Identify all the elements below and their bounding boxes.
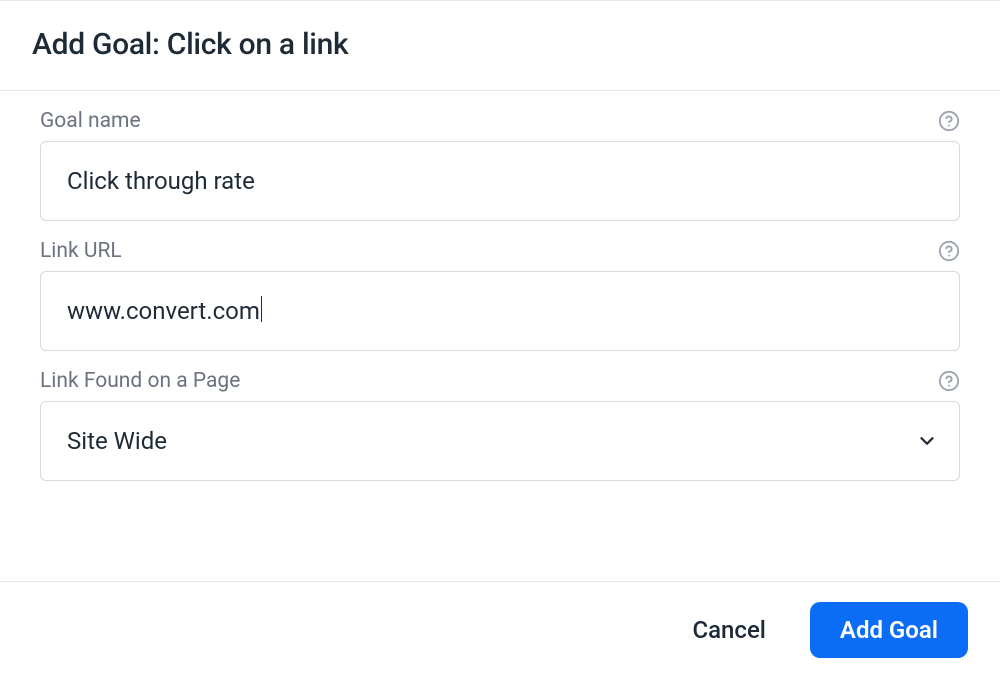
help-icon[interactable] <box>938 110 960 132</box>
dialog-footer: Cancel Add Goal <box>0 581 1000 676</box>
dialog-body: Goal name Link URL <box>0 91 1000 581</box>
link-url-field: Link URL www.convert.com <box>40 239 960 351</box>
link-found-select[interactable]: Site Wide <box>40 401 960 481</box>
help-icon[interactable] <box>938 370 960 392</box>
dialog-header: Add Goal: Click on a link <box>0 0 1000 91</box>
field-label-row: Goal name <box>40 109 960 133</box>
dialog-title: Add Goal: Click on a link <box>32 27 968 62</box>
goal-name-field: Goal name <box>40 109 960 221</box>
link-url-input-wrapper: www.convert.com <box>40 271 960 351</box>
link-url-label: Link URL <box>40 239 122 263</box>
field-label-row: Link URL <box>40 239 960 263</box>
link-found-selected: Site Wide <box>67 427 167 455</box>
add-goal-dialog: Add Goal: Click on a link Goal name Link… <box>0 0 1000 676</box>
link-url-input[interactable]: www.convert.com <box>40 271 960 351</box>
link-found-select-wrapper: Site Wide <box>40 401 960 481</box>
help-icon[interactable] <box>938 240 960 262</box>
link-found-field: Link Found on a Page Site Wide <box>40 369 960 481</box>
goal-name-label: Goal name <box>40 109 141 133</box>
goal-name-input[interactable] <box>40 141 960 221</box>
text-caret <box>261 296 262 322</box>
link-url-value: www.convert.com <box>67 297 260 325</box>
cancel-button[interactable]: Cancel <box>688 606 769 654</box>
field-label-row: Link Found on a Page <box>40 369 960 393</box>
link-found-label: Link Found on a Page <box>40 369 240 393</box>
add-goal-button[interactable]: Add Goal <box>810 602 968 658</box>
